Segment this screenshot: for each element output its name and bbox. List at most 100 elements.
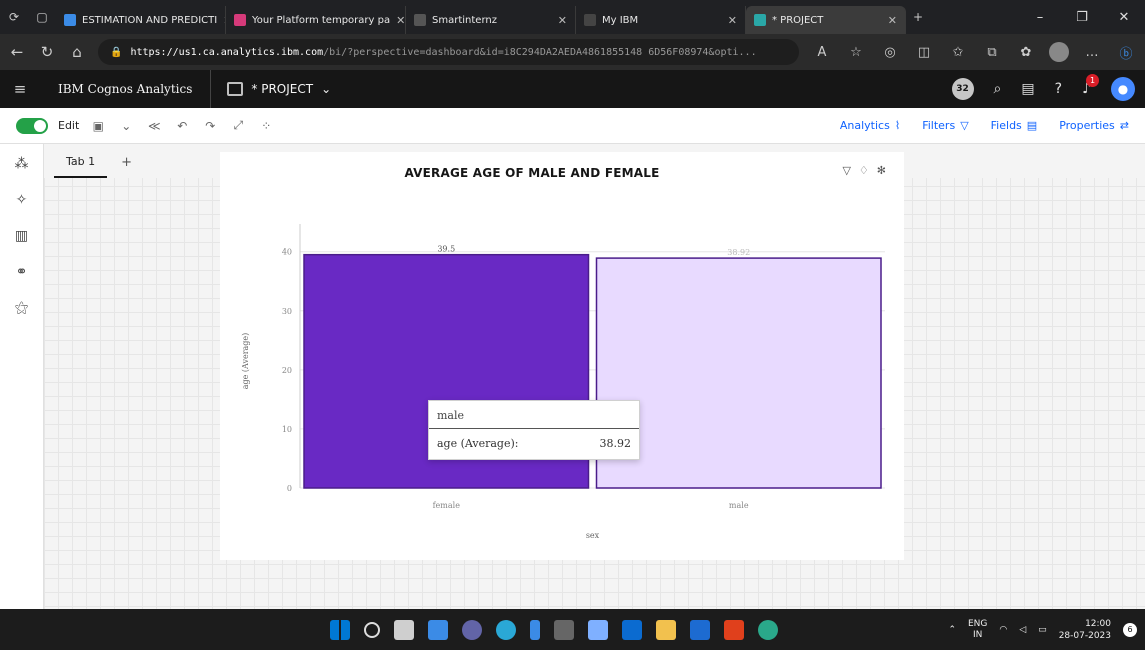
tab-favicon-icon <box>584 14 596 26</box>
dropbox-icon[interactable] <box>588 619 608 640</box>
office-icon[interactable] <box>724 619 744 640</box>
pin-icon[interactable]: ⁘ <box>257 119 275 133</box>
chevron-down-icon: ⌄ <box>321 82 332 96</box>
visualizations-icon[interactable]: ▥ <box>15 228 28 244</box>
extensions-puzzle-icon[interactable]: ✿ <box>1015 45 1037 60</box>
widgets-icon[interactable]: ⚭ <box>16 264 28 280</box>
new-tab-icon[interactable]: + <box>906 0 930 34</box>
fullscreen-icon[interactable]: ⤢ <box>229 118 247 133</box>
redo-icon[interactable]: ↷ <box>201 119 219 133</box>
language-indicator[interactable]: ENG IN <box>968 619 987 641</box>
save-icon[interactable]: ▣ <box>89 119 107 133</box>
cognos-header: ≡ IBM Cognos Analytics * PROJECT ⌄ 32 ⌕ … <box>0 70 1145 108</box>
url-field[interactable]: 🔒 https://us1.ca.analytics.ibm.com/bi/?p… <box>98 39 799 65</box>
filter-icon: ▽ <box>960 119 969 132</box>
browser-tab-project[interactable]: * PROJECT ✕ <box>746 6 906 34</box>
dashboard-icon <box>227 82 244 96</box>
battery-icon[interactable]: ▭ <box>1038 625 1047 635</box>
teams-icon[interactable] <box>462 619 482 640</box>
fields-button[interactable]: Fields ▤ <box>991 119 1038 132</box>
pin-icon[interactable]: ✧ <box>16 192 28 208</box>
volume-icon[interactable]: ◁ <box>1019 625 1026 635</box>
hamburger-menu-icon[interactable]: ≡ <box>0 80 40 98</box>
tab-1[interactable]: Tab 1 <box>54 155 108 178</box>
chart-tooltip: male age (Average): 38.92 <box>428 400 640 460</box>
profile-avatar[interactable] <box>1049 42 1069 62</box>
search-icon[interactable] <box>364 621 380 638</box>
clock[interactable]: 12:00 28-07-2023 <box>1059 618 1111 642</box>
help-icon[interactable]: ? <box>1055 81 1062 97</box>
bing-icon[interactable]: ⓑ <box>1115 43 1137 62</box>
browser-tab-platform[interactable]: Your Platform temporary pa ✕ <box>226 6 406 34</box>
calculator-icon[interactable] <box>554 619 574 640</box>
close-window-icon[interactable]: ✕ <box>1103 10 1145 25</box>
chevron-down-icon[interactable]: ⌄ <box>117 119 135 133</box>
count-badge[interactable]: 32 <box>951 78 974 100</box>
notification-center[interactable]: 6 <box>1123 622 1137 637</box>
fields-label: Fields <box>990 119 1022 132</box>
vscode-icon[interactable] <box>622 619 642 640</box>
widgets-icon[interactable] <box>428 619 448 640</box>
browser-tab-myibm[interactable]: My IBM ✕ <box>576 6 746 34</box>
back-icon[interactable]: ← <box>8 43 26 61</box>
add-tab-button[interactable]: + <box>121 155 132 178</box>
extension-icon[interactable]: ◎ <box>879 45 901 60</box>
start-icon[interactable] <box>330 619 350 640</box>
properties-button[interactable]: Properties ⇄ <box>1059 119 1129 132</box>
read-aloud-icon[interactable]: A <box>811 45 833 60</box>
browser-tab-label: * PROJECT <box>772 14 824 26</box>
maximize-icon[interactable]: ❐ <box>1061 10 1103 25</box>
close-tab-icon[interactable]: ✕ <box>558 14 567 27</box>
assistant-icon[interactable]: ⚝ <box>15 300 29 316</box>
tab-actions-icon[interactable]: ▢ <box>28 0 56 34</box>
user-avatar[interactable]: ● <box>1111 77 1135 101</box>
edge-active-icon[interactable] <box>758 619 778 640</box>
analytics-icon: ⌇ <box>894 119 901 132</box>
notifications-icon[interactable]: ♪ 1 <box>1082 74 1099 97</box>
browser-tab-smartinternz[interactable]: Smartinternz ✕ <box>406 6 576 34</box>
project-name: * PROJECT <box>251 82 314 96</box>
task-view-icon[interactable] <box>394 619 414 640</box>
notification-count: 1 <box>1086 74 1099 87</box>
close-tab-icon[interactable]: ✕ <box>396 14 405 27</box>
split-screen-icon[interactable]: ◫ <box>913 45 935 60</box>
edit-mode-toggle[interactable] <box>16 117 48 134</box>
tooltip-measure-value: 38.92 <box>599 437 632 450</box>
favorites-icon[interactable]: ✩ <box>947 45 969 60</box>
data-sources-icon[interactable]: ⁂ <box>15 156 29 172</box>
edge-icon[interactable] <box>496 619 516 640</box>
tooltip-measure-label: age (Average): <box>437 437 519 450</box>
refresh-icon[interactable]: ↻ <box>38 43 56 61</box>
more-options-icon[interactable]: … <box>1081 45 1103 60</box>
edit-label: Edit <box>58 119 80 132</box>
browser-tab-estimation[interactable]: ESTIMATION AND PREDICTI ✕ <box>56 6 226 34</box>
app-icon[interactable] <box>530 619 540 640</box>
minimize-icon[interactable]: – <box>1019 10 1061 25</box>
undo-icon[interactable]: ↶ <box>173 119 191 133</box>
chart-widget[interactable]: AVERAGE AGE OF MALE AND FEMALE ▽ ♢ ✻ 0 10… <box>220 152 904 560</box>
search-icon[interactable]: ⌕ <box>994 81 1002 97</box>
filters-button[interactable]: Filters ▽ <box>922 119 968 132</box>
chevron-up-icon[interactable]: ⌃ <box>948 625 956 635</box>
wifi-icon[interactable]: ◠ <box>999 625 1007 635</box>
workspaces-icon[interactable]: ⟳ <box>0 0 28 34</box>
project-selector[interactable]: * PROJECT ⌄ <box>211 82 331 96</box>
home-icon[interactable]: ⌂ <box>68 43 86 61</box>
close-tab-icon[interactable]: ✕ <box>728 14 737 27</box>
chat-icon[interactable]: ▤ <box>1021 81 1034 97</box>
collections-icon[interactable]: ⧉ <box>981 45 1003 60</box>
region-code: IN <box>972 629 983 640</box>
system-tray: ⌃ ENG IN ◠ ◁ ▭ 12:00 28-07-2023 6 <box>948 618 1137 642</box>
file-explorer-icon[interactable] <box>656 619 676 640</box>
mail-icon[interactable] <box>690 619 710 640</box>
x-tick-label: male <box>729 501 749 510</box>
data-label: 39.5 <box>437 245 455 254</box>
properties-icon: ⇄ <box>1119 119 1129 132</box>
share-icon[interactable]: ≪ <box>145 119 163 133</box>
favorite-star-icon[interactable]: ☆ <box>845 45 867 60</box>
analytics-button[interactable]: Analytics ⌇ <box>840 119 900 132</box>
bar-chart[interactable]: 0 10 20 30 40 39.5 female 38.92 male sex age (Aver… <box>220 152 904 560</box>
close-tab-icon[interactable]: ✕ <box>888 14 897 27</box>
analytics-label: Analytics <box>839 119 890 132</box>
filters-label: Filters <box>922 119 956 132</box>
